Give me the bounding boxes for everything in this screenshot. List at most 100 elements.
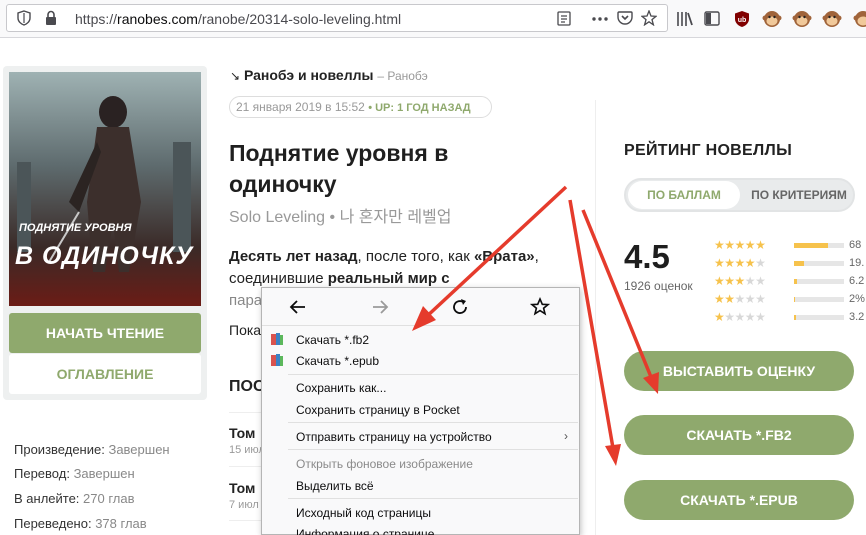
info-english-chapters: В анлейте: 270 глав — [14, 491, 135, 506]
rating-bar-fill — [794, 261, 804, 266]
rating-votes: 1926 оценок — [624, 279, 693, 293]
rating-row-1: ★★★★★ 3.2 — [714, 310, 866, 324]
star-icon: ★ — [714, 238, 725, 252]
star-icon: ★ — [714, 310, 725, 324]
chapter-title[interactable]: Том — [229, 480, 255, 496]
context-menu: Скачать *.fb2 Скачать *.epub Сохранить к… — [261, 287, 580, 535]
star-icons: ★★★★★ — [714, 292, 766, 306]
menu-item-download-fb2[interactable]: Скачать *.fb2 — [296, 333, 369, 347]
start-reading-button[interactable]: НАЧАТЬ ЧТЕНИЕ — [9, 313, 201, 353]
shield-icon[interactable] — [17, 10, 31, 26]
breadcrumb: ↘ Ранобэ и новеллы – Ранобэ — [230, 67, 428, 83]
menu-item-download-epub[interactable]: Скачать *.epub — [296, 354, 379, 368]
monkey-extension-icon[interactable] — [762, 9, 782, 29]
rating-bar-fill — [794, 243, 828, 248]
show-more-link[interactable]: Пока — [229, 322, 261, 338]
monkey-extension-icon-3[interactable] — [822, 9, 842, 29]
rating-row-5: ★★★★★ 68 — [714, 238, 866, 252]
page: https://ranobes.com/ranobe/20314-solo-le… — [0, 0, 866, 535]
breadcrumb-arrow-icon: ↘ — [230, 69, 241, 83]
submenu-chevron-icon: › — [564, 429, 568, 443]
back-icon[interactable] — [288, 297, 312, 317]
star-icon: ★ — [755, 238, 766, 252]
menu-item-select-all[interactable]: Выделить всё — [296, 479, 374, 493]
rating-percent: 68 — [849, 239, 862, 251]
rating-percent: 6.2 — [849, 275, 865, 287]
forward-icon[interactable] — [370, 297, 394, 317]
menu-item-view-source[interactable]: Исходный код страницы — [296, 506, 431, 520]
star-icon: ★ — [724, 310, 735, 324]
menu-item-send-to-device[interactable]: Отправить страницу на устройство — [296, 430, 492, 444]
tab-by-score[interactable]: ПО БАЛЛАМ — [628, 181, 740, 209]
rating-bar — [794, 279, 844, 284]
table-of-contents-button[interactable]: ОГЛАВЛЕНИЕ — [9, 354, 201, 394]
star-icons: ★★★★★ — [714, 238, 766, 252]
sidebar-toggle-icon[interactable] — [704, 11, 720, 26]
info-work-status: Произведение: Завершен — [14, 442, 170, 457]
download-epub-button[interactable]: СКАЧАТЬ *.EPUB — [624, 480, 854, 520]
description-line-1: Десять лет назад, после того, как «Врата… — [229, 248, 539, 265]
menu-item-save-to-pocket[interactable]: Сохранить страницу в Pocket — [296, 403, 460, 417]
star-icons: ★★★★★ — [714, 256, 766, 270]
bookmark-star-icon[interactable] — [641, 10, 657, 26]
rating-percent: 2% — [849, 293, 865, 305]
chapter-date: 15 июл — [229, 444, 265, 456]
info-translated-chapters: Переведено: 378 глав — [14, 516, 147, 531]
rating-bar-fill — [794, 279, 797, 284]
rating-bar — [794, 243, 844, 248]
reload-icon[interactable] — [450, 297, 474, 317]
url-bar[interactable]: https://ranobes.com/ranobe/20314-solo-le… — [6, 4, 668, 32]
monkey-extension-icon-4[interactable] — [853, 9, 866, 29]
star-icon: ★ — [744, 238, 756, 252]
star-icon: ★ — [755, 256, 766, 270]
menu-item-save-as[interactable]: Сохранить как... — [296, 381, 386, 395]
library-icon[interactable] — [676, 11, 694, 27]
lock-icon[interactable] — [45, 10, 57, 26]
star-icon: ★ — [744, 292, 756, 306]
chapter-title[interactable]: Том — [229, 425, 255, 441]
context-menu-nav — [262, 288, 579, 326]
tab-by-criteria[interactable]: ПО КРИТЕРИЯМ — [744, 181, 854, 209]
category-sub[interactable]: – Ранобэ — [377, 69, 427, 83]
cover-card: ПОДНЯТИЕ УРОВНЯ В ОДИНОЧКУ НАЧАТЬ ЧТЕНИЕ… — [3, 66, 207, 400]
star-icon: ★ — [714, 256, 725, 270]
menu-item-open-background: Открыть фоновое изображение — [296, 457, 473, 471]
bookmark-page-icon[interactable] — [529, 296, 554, 317]
download-fb2-button[interactable]: СКАЧАТЬ *.FB2 — [624, 415, 854, 455]
rating-row-2: ★★★★★ 2% — [714, 292, 866, 306]
star-icon: ★ — [734, 256, 746, 270]
menu-separator — [288, 449, 578, 450]
rating-bar — [794, 297, 844, 302]
category-link[interactable]: Ранобэ и новеллы — [244, 67, 374, 83]
cover-image[interactable]: ПОДНЯТИЕ УРОВНЯ В ОДИНОЧКУ — [9, 72, 201, 306]
date-badge: 21 января 2019 в 15:52 • UP: 1 ГОД НАЗАД — [229, 96, 492, 118]
star-icon: ★ — [755, 292, 766, 306]
url-text[interactable]: https://ranobes.com/ranobe/20314-solo-le… — [75, 11, 401, 27]
column-divider — [595, 100, 596, 535]
description-line-2: соединившие реальный мир с — [229, 270, 450, 287]
star-icon: ★ — [734, 238, 746, 252]
star-icon: ★ — [714, 274, 725, 288]
rating-row-3: ★★★★★ 6.2 — [714, 274, 866, 288]
star-icon: ★ — [734, 310, 746, 324]
ublock-icon[interactable]: ub — [734, 10, 750, 28]
rating-bar — [794, 315, 844, 320]
updated-badge: • UP: 1 ГОД НАЗАД — [368, 102, 471, 114]
menu-separator — [288, 374, 578, 375]
star-icons: ★★★★★ — [714, 274, 766, 288]
monkey-extension-icon-2[interactable] — [792, 9, 812, 29]
star-icon: ★ — [734, 274, 746, 288]
pocket-icon[interactable] — [617, 11, 633, 26]
book-extension-icon — [270, 353, 284, 367]
menu-item-page-info[interactable]: Информация о странице — [296, 527, 434, 535]
star-icon: ★ — [724, 256, 735, 270]
description-line-3: пара — [229, 292, 263, 309]
star-icon: ★ — [744, 310, 756, 324]
star-icon: ★ — [744, 256, 756, 270]
page-actions-icon[interactable] — [592, 17, 608, 21]
rate-button[interactable]: ВЫСТАВИТЬ ОЦЕНКУ — [624, 351, 854, 391]
browser-toolbar: https://ranobes.com/ranobe/20314-solo-le… — [0, 0, 866, 38]
star-icon: ★ — [755, 274, 766, 288]
book-extension-icon — [270, 332, 284, 346]
reader-view-icon[interactable] — [557, 11, 571, 26]
